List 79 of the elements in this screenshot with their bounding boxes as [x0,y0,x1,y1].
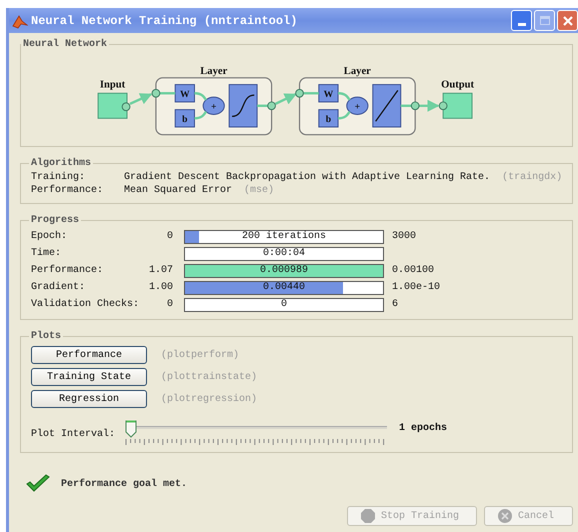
junction-dot [152,88,160,98]
progress-reading: 0 [280,299,287,310]
bias-box: b [174,109,195,128]
output-label: Output [441,79,474,90]
junction-dot [410,101,420,110]
connector-line [338,92,351,101]
transfer-function-icon [372,84,402,128]
field-label: Gradient: [31,282,86,293]
start-value: 1.07 [148,265,173,276]
window-title: Neural Network Training (nntraintool) [31,14,298,28]
connector-arrow [129,93,152,105]
junction-dot [438,101,448,110]
target-value: 0.00100 [392,265,434,276]
function-name: (mse) [244,184,274,197]
junction-dot [295,88,304,98]
function-name: (plotperform) [161,350,240,360]
section-title: Progress [30,215,80,226]
field-label: Performance: [31,184,104,197]
connector-line [338,110,351,120]
connector-arrow [274,93,297,105]
function-name: (plotregression) [161,394,258,404]
progress-reading: 0.000989 [260,265,308,276]
section-title: Plots [30,331,62,342]
field-label: Validation Checks: [31,299,140,310]
maximize-button[interactable] [534,10,555,31]
field-label: Time: [31,248,62,259]
peak-logo-icon [12,12,28,28]
close-button[interactable] [557,10,578,31]
field-label: Epoch: [31,231,68,242]
function-name: (traingdx) [502,171,562,184]
target-value: 3000 [392,231,416,242]
status-message: Performance goal met. [61,478,188,490]
plot-button[interactable]: Regression [31,390,147,408]
connector-line [303,92,319,94]
connector-arrow [419,100,440,112]
start-value: 0 [166,231,173,242]
stop-sign-icon [360,508,376,524]
output-node [442,92,473,119]
field-label: Plot Interval: [31,429,116,440]
start-value: 1.00 [148,282,173,293]
junction-dot [267,101,276,110]
connector-line [160,92,176,94]
connector-line [257,104,268,107]
target-value: 6 [392,299,398,310]
close-icon [562,14,574,26]
sum-node: + [346,96,368,115]
progress-reading: 200 iterations [242,231,326,242]
bias-box: b [318,109,339,128]
start-value: 0 [166,299,173,310]
layer-label: Layer [344,66,371,77]
target-value: 1.00e-10 [392,282,440,293]
field-label: Performance: [31,265,104,276]
interval-reading: 1 epochs [399,423,448,434]
algorithm-name: Mean Squared Error [124,184,232,197]
field-label: Training: [31,171,86,184]
sum-node: + [202,96,225,115]
connector-line [194,92,208,101]
progress-reading: 0:00:04 [262,248,305,259]
section-title: Algorithms [30,158,92,169]
plot-button[interactable]: Training State [31,368,147,386]
plot-interval-slider[interactable] [125,420,387,446]
junction-dot [122,102,130,112]
checkmark-icon [25,474,51,494]
layer-label: Layer [200,66,228,77]
weight-box: W [318,84,339,102]
function-name: (plottrainstate) [161,372,258,382]
plot-button[interactable]: Performance [31,346,147,364]
input-node [98,92,128,119]
transfer-function-icon [228,84,258,128]
algorithm-name: Gradient Descent Backpropagation with Adaptive Learning Rate. [124,171,490,184]
input-label: Input [100,79,126,90]
minimize-button[interactable] [511,10,532,31]
section-title: Neural Network [22,39,108,50]
slider-thumb[interactable] [125,420,137,438]
connector-line [400,104,412,107]
progress-reading: 0.00440 [262,282,305,293]
weight-box: W [174,84,195,102]
cancel-icon [497,508,513,524]
connector-line [194,110,208,120]
